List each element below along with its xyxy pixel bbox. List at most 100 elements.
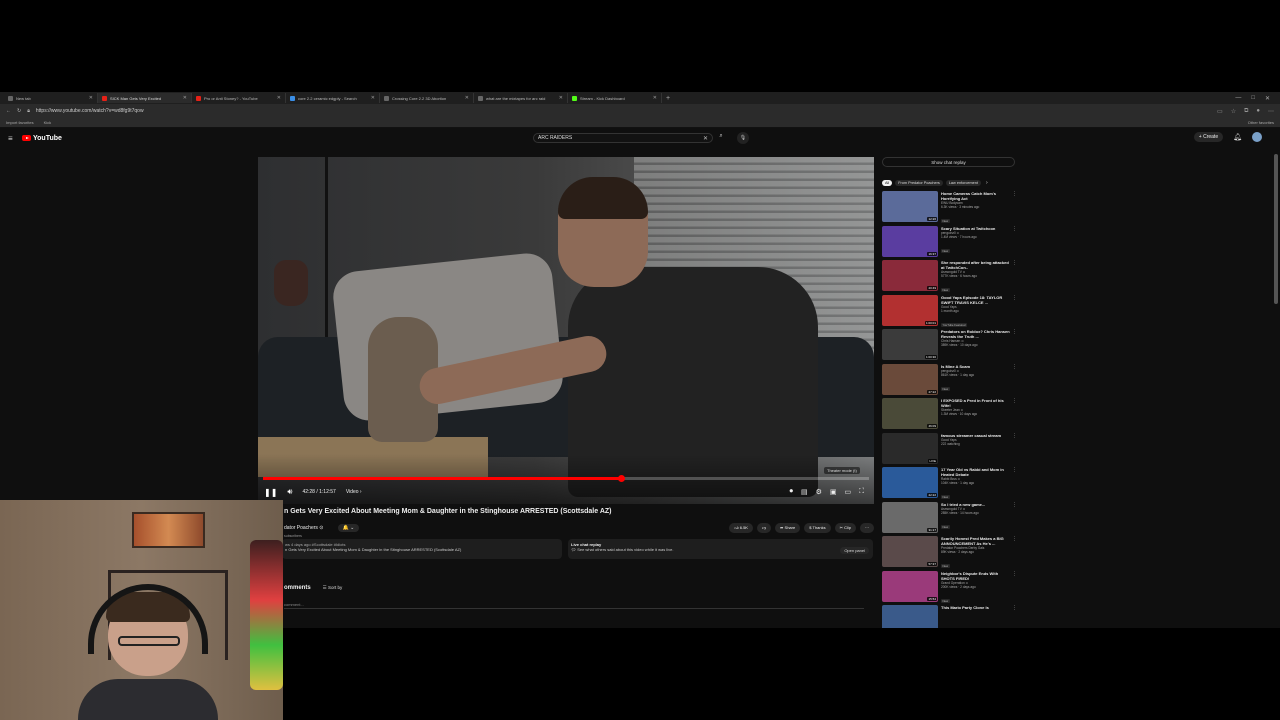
tab-close-icon[interactable]: ✕: [89, 95, 93, 101]
more-options-icon[interactable]: ⋮: [1012, 433, 1017, 439]
progress-bar[interactable]: [263, 475, 869, 482]
video-thumbnail[interactable]: 46:09: [882, 398, 938, 429]
tab[interactable]: Pro or Anti Stoney? - YouTube ✕: [192, 93, 286, 103]
pause-icon[interactable]: ❚❚: [264, 488, 277, 497]
tab[interactable]: Stream - Kick Dashboard ✕: [568, 93, 662, 103]
subtitles-icon[interactable]: ▤: [801, 488, 808, 496]
tab-close-icon[interactable]: ✕: [653, 95, 657, 101]
video-thumbnail[interactable]: 27:22: [882, 363, 938, 395]
url-field[interactable]: https://www.youtube.com/watch?v=wd8fg9t7…: [36, 108, 144, 114]
theater-mode-icon[interactable]: ▭: [844, 488, 851, 496]
autoplay-toggle-icon[interactable]: ⏺: [789, 488, 793, 496]
sort-by-button[interactable]: ☰ Sort by: [323, 585, 343, 591]
extensions-icon[interactable]: ⧉: [1244, 108, 1248, 115]
recommendation-title[interactable]: Home Cameras Catch Mom's Horrifying Act: [941, 191, 1011, 201]
tab[interactable]: core 2.2 ceramic edgply - Search ✕: [286, 93, 380, 103]
favorite-star-icon[interactable]: ☆: [1231, 108, 1236, 115]
microphone-icon[interactable]: 🎙︎: [737, 132, 749, 144]
show-chat-replay-button[interactable]: Show chat replay: [882, 157, 1015, 167]
volume-icon[interactable]: 🔊︎: [287, 487, 292, 497]
reader-icon[interactable]: ▭: [1217, 108, 1223, 115]
recommendation-title[interactable]: This Mario Party Clone Is: [941, 605, 1011, 610]
recommendation-title[interactable]: I EXPOSED a Pred in Front of his Wife!: [941, 398, 1011, 408]
page-scrollbar[interactable]: [1274, 150, 1278, 620]
scrubber-handle[interactable]: [617, 475, 625, 482]
back-icon[interactable]: ←: [6, 108, 11, 114]
chip-from-channel[interactable]: From Predator Poachers: [895, 180, 943, 186]
recommendation-item[interactable]: 12:26 Home Cameras Catch Mom's Horrifying…: [882, 191, 1017, 226]
bookmark-kick[interactable]: Kick: [44, 120, 52, 125]
chevron-right-icon[interactable]: ›: [986, 180, 988, 186]
maximize-button[interactable]: □: [1251, 95, 1255, 102]
tab[interactable]: Crossing Core 2.2 3D Abortion ✕: [380, 93, 474, 103]
chapter-button[interactable]: Video ›: [346, 489, 362, 495]
video-thumbnail[interactable]: 31:17: [882, 501, 938, 533]
notifications-bell-icon[interactable]: 🔔︎: [1233, 133, 1242, 141]
recommendation-item[interactable]: 46:09 I EXPOSED a Pred in Front of his Wi…: [882, 398, 1017, 433]
miniplayer-icon[interactable]: ▣: [830, 488, 837, 496]
description-box[interactable]: ws 4 days ago #Scottsdale #Idiots n Gets…: [282, 539, 562, 559]
youtube-logo[interactable]: YouTube: [22, 135, 62, 142]
recommendation-item[interactable]: 31:17 So I tried a new game... Asmongold T…: [882, 501, 1017, 537]
new-tab-button[interactable]: +: [662, 95, 670, 102]
thanks-button[interactable]: $ Thanks: [804, 523, 831, 533]
video-thumbnail[interactable]: 1:00:30: [882, 329, 938, 360]
recommendation-item[interactable]: 20:49 She responded after being attacked …: [882, 260, 1017, 295]
more-options-icon[interactable]: ⋮: [1012, 295, 1017, 301]
clear-search-icon[interactable]: ✕: [703, 135, 708, 142]
recommendation-item[interactable]: LIVE famous streamer casual stream Good Ya…: [882, 432, 1017, 468]
minimize-button[interactable]: —: [1235, 95, 1241, 102]
recommendation-item[interactable]: 57:37 Scarily Honest Pred Makes a BIG ANN…: [882, 536, 1017, 571]
hamburger-menu-icon[interactable]: ≡: [8, 134, 22, 143]
tab-close-icon[interactable]: ✕: [371, 95, 375, 101]
recommendation-item[interactable]: 27:22 Is Mine A Scam penguinz0 ⊙ 861K views…: [882, 363, 1017, 399]
tab-close-icon[interactable]: ✕: [277, 95, 281, 101]
fullscreen-icon[interactable]: ⛶: [859, 488, 864, 496]
video-thumbnail[interactable]: 57:37: [882, 536, 938, 567]
video-thumbnail[interactable]: LIVE: [882, 432, 938, 464]
recommendation-title[interactable]: 17 Year Old vs Rabbi and Mom in Heated D…: [941, 467, 1011, 477]
recommendation-item[interactable]: This Mario Party Clone Is ⋮: [882, 605, 1017, 628]
settings-gear-icon[interactable]: ⚙: [816, 488, 822, 496]
dislike-button[interactable]: 👎︎: [756, 523, 772, 533]
search-icon[interactable]: ⌕: [715, 133, 727, 143]
video-thumbnail[interactable]: 20:49: [882, 260, 938, 291]
video-thumbnail[interactable]: 15:54: [882, 570, 938, 602]
clip-button[interactable]: ✂ Clip: [834, 523, 856, 533]
add-comment-input[interactable]: comment...: [284, 602, 864, 609]
tab-close-icon[interactable]: ✕: [183, 95, 187, 101]
more-options-icon[interactable]: ⋮: [1012, 605, 1017, 611]
more-options-icon[interactable]: ⋮: [1012, 226, 1017, 232]
other-favorites[interactable]: Other favorites: [1248, 120, 1274, 125]
more-options-icon[interactable]: ⋮: [1012, 329, 1017, 335]
tab-close-icon[interactable]: ✕: [559, 95, 563, 101]
channel-name[interactable]: dator Poachers ⊙: [284, 525, 324, 531]
video-thumbnail[interactable]: [882, 605, 938, 628]
recommendation-title[interactable]: Scarily Honest Pred Makes a BIG ANNOUNCE…: [941, 536, 1011, 546]
chip-all[interactable]: All: [882, 180, 893, 186]
menu-dots-icon[interactable]: ⋯: [1268, 108, 1274, 115]
create-button[interactable]: + Create: [1193, 132, 1224, 142]
tab-close-icon[interactable]: ✕: [465, 95, 469, 101]
video-thumbnail[interactable]: 1:00:01: [882, 294, 938, 326]
open-panel-button[interactable]: Open panel: [840, 547, 869, 554]
more-actions-button[interactable]: ⋯: [860, 523, 874, 533]
more-options-icon[interactable]: ⋮: [1012, 364, 1017, 370]
close-window-button[interactable]: ✕: [1265, 95, 1270, 102]
video-thumbnail[interactable]: 16:37: [882, 225, 938, 257]
more-options-icon[interactable]: ⋮: [1012, 571, 1017, 577]
video-thumbnail[interactable]: 12:26: [882, 191, 938, 222]
recommendation-item[interactable]: 1:00:30 Predators on Roblox? Chris Hansen…: [882, 329, 1017, 364]
more-options-icon[interactable]: ⋮: [1012, 191, 1017, 197]
subscribed-bell-button[interactable]: 🔔 ⌄: [337, 524, 360, 532]
tab-active[interactable]: SICK Man Gets Very Excited ✕: [98, 93, 192, 103]
avatar[interactable]: [1252, 132, 1262, 142]
tab[interactable]: what are the mixtapes for arc raid ✕: [474, 93, 568, 103]
search-input[interactable]: ARC RAIDERS ✕: [533, 133, 713, 143]
recommendation-title[interactable]: She responded after being attacked at Tw…: [941, 260, 1011, 270]
recommendation-item[interactable]: 22:22 17 Year Old vs Rabbi and Mom in Hea…: [882, 467, 1017, 502]
tab[interactable]: New tab ✕: [4, 93, 98, 103]
recommendation-item[interactable]: 15:54 Neighbor's Dispute Ends With SHOTS …: [882, 570, 1017, 606]
recommendation-title[interactable]: Good Yaps Episode 18: TAYLOR SWIFT TRAVI…: [941, 295, 1011, 305]
refresh-icon[interactable]: ↻: [17, 108, 21, 114]
